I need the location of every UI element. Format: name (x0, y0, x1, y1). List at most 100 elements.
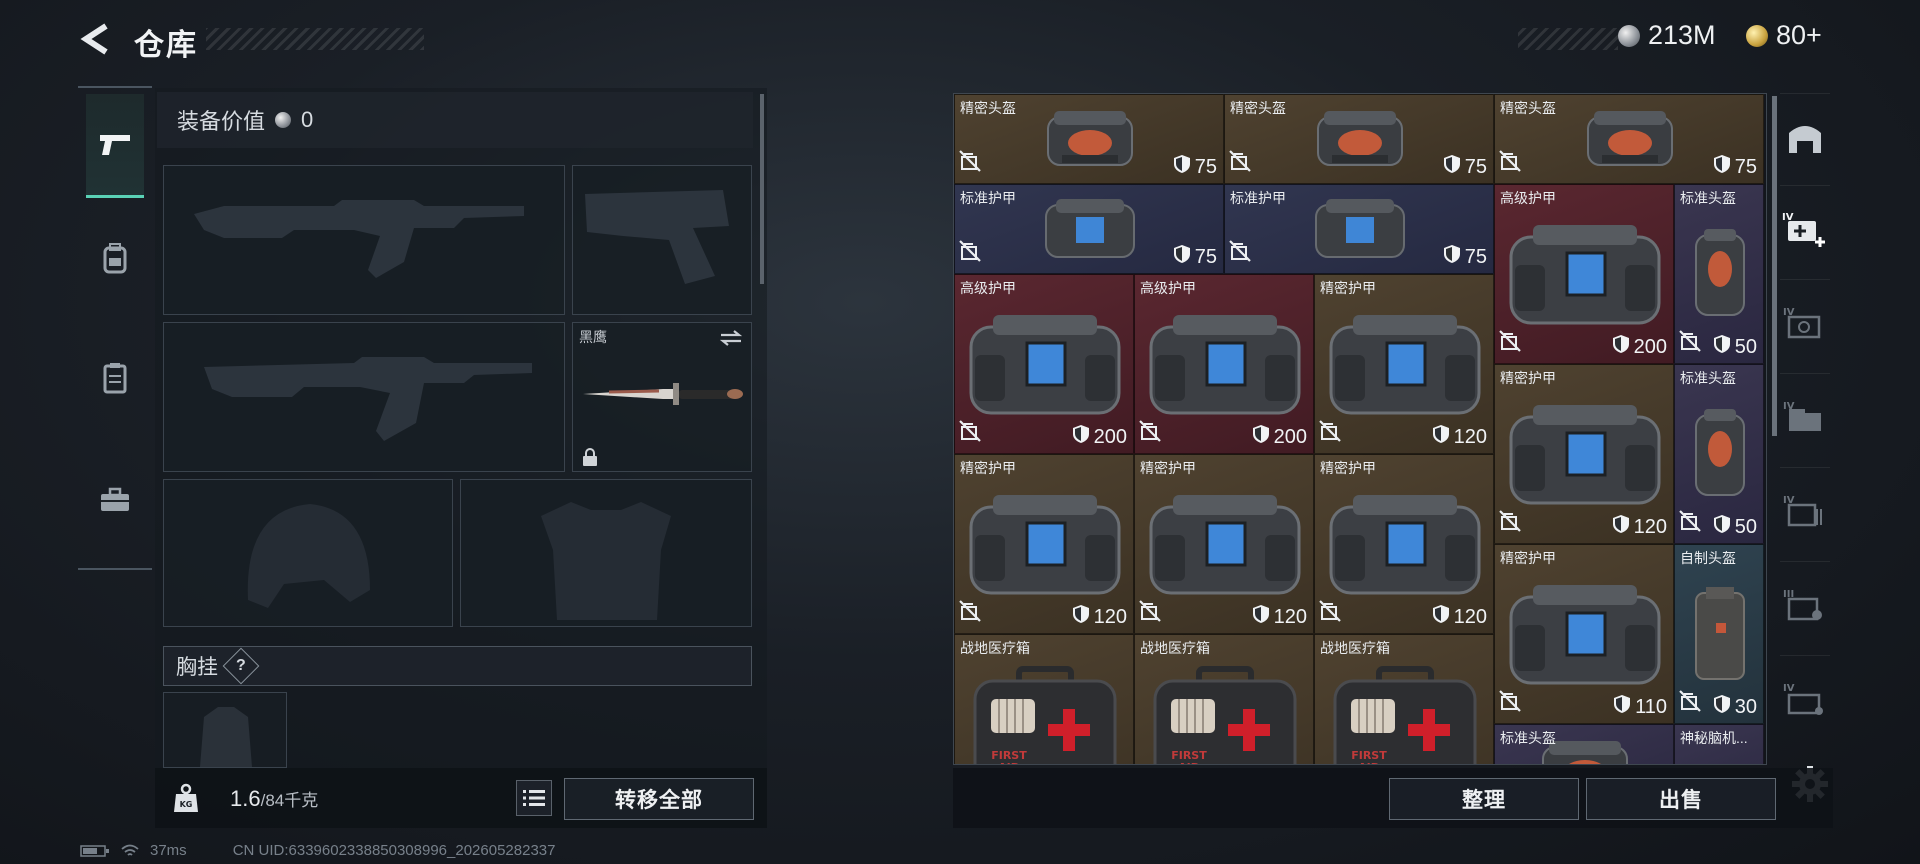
chest-rig-silhouette-icon (200, 707, 252, 767)
inventory-item[interactable]: 标准头盔 50 (1674, 184, 1764, 364)
organize-button[interactable]: 整理 (1389, 778, 1579, 820)
equipment-value-bar: 装备价值 0 (157, 92, 753, 148)
helmet-icon (1695, 587, 1745, 680)
durability-value: 75 (1464, 155, 1487, 178)
tab-case[interactable] (86, 448, 144, 552)
tab-weapons[interactable] (86, 94, 144, 198)
gold-coin-icon (1746, 24, 1768, 47)
inventory-scrollbar[interactable] (1772, 96, 1777, 436)
rail-item-container-4[interactable]: III (1780, 561, 1830, 647)
melee-slot[interactable]: 黑鹰 (572, 322, 752, 472)
rail-item-safe[interactable] (1780, 93, 1830, 179)
transfer-all-button[interactable]: 转移全部 (564, 778, 754, 820)
inventory-item[interactable]: 标准头盔 50 (1674, 364, 1764, 544)
inventory-item[interactable]: 精密头盔 75 (1224, 94, 1494, 184)
shield-icon (1432, 424, 1450, 450)
tab-vest[interactable] (86, 326, 144, 430)
inventory-item[interactable]: 高级护甲 200 (1494, 184, 1674, 364)
armor-icon (1315, 199, 1405, 258)
chest-rig-slot[interactable] (163, 692, 287, 768)
backpack-icon (103, 243, 127, 274)
unlocked-icon (1319, 420, 1341, 447)
inventory-item[interactable]: 精密护甲 120 (1314, 274, 1494, 454)
vest-icon (103, 363, 127, 394)
back-button[interactable] (78, 22, 112, 56)
inventory-item[interactable]: FIRSTAID 战地医疗箱 (1134, 634, 1314, 764)
durability-value: 50 (1734, 515, 1757, 538)
loadout-scrollbar[interactable] (760, 94, 764, 284)
wifi-icon (121, 844, 139, 856)
item-name: 自制头盔 (1680, 550, 1736, 566)
item-durability: 120 (1432, 604, 1487, 630)
sidearm-slot[interactable] (572, 165, 752, 315)
armor-slot[interactable] (460, 479, 752, 627)
inventory-item[interactable]: 精密护甲 120 (1494, 364, 1674, 544)
rail-item-container-3[interactable]: IV (1780, 467, 1830, 553)
armor-icon (1509, 405, 1661, 505)
rail-item-container-5[interactable]: IV (1780, 655, 1830, 741)
medkit-icon: FIRSTAID (973, 666, 1117, 764)
secondary-weapon-slot[interactable] (163, 322, 565, 472)
rail-item-container-1[interactable]: IV (1780, 279, 1830, 365)
inventory-item[interactable]: 标准护甲 75 (1224, 184, 1494, 274)
uid-readout: CN UID:6339602338850308996_202605282337 (232, 842, 556, 859)
primary-weapon-slot[interactable] (163, 165, 565, 315)
inventory-item[interactable]: 精密头盔 75 (954, 94, 1224, 184)
crate-tier-icon: IV (1783, 495, 1822, 526)
svg-text:KG: KG (180, 800, 193, 809)
durability-value: 75 (1194, 245, 1217, 268)
chest-rig-label: 胸挂 (176, 656, 218, 679)
rail-item-container-2[interactable]: IV (1780, 373, 1830, 459)
durability-value: 75 (1194, 155, 1217, 178)
crate-tier-icon: III (1783, 589, 1822, 620)
gold-currency[interactable]: 80+ (1746, 20, 1822, 51)
help-icon[interactable]: ? (222, 647, 260, 685)
page-title: 仓库 (134, 29, 198, 62)
shield-icon (1252, 424, 1270, 450)
list-icon (523, 790, 545, 806)
durability-value: 120 (1633, 515, 1667, 538)
helmet-slot[interactable] (163, 479, 453, 627)
inventory-item[interactable]: 高级护甲 200 (954, 274, 1134, 454)
rail-item-medkit-slot[interactable]: IV (1780, 185, 1830, 271)
inventory-item[interactable]: 高级护甲 200 (1134, 274, 1314, 454)
inventory-item[interactable]: 标准头盔 (1494, 724, 1674, 764)
shield-icon (1613, 694, 1631, 720)
inventory-item[interactable]: 精密护甲 120 (1134, 454, 1314, 634)
inventory-grid: 精密头盔 75 精密头盔 75 精密头盔 75 标准护甲 75 标准护甲 75 高级护甲 200 标准头… (953, 93, 1767, 765)
item-name: 高级护甲 (960, 280, 1016, 296)
inventory-item[interactable]: 神秘脑机... (1674, 724, 1764, 764)
unlocked-icon (1679, 510, 1701, 537)
inventory-item[interactable]: 精密护甲 120 (954, 454, 1134, 634)
durability-value: 75 (1734, 155, 1757, 178)
list-view-button[interactable] (516, 780, 552, 816)
chest-rig-header: 胸挂 ? (163, 646, 752, 686)
shield-icon (1713, 154, 1731, 180)
inventory-item[interactable]: FIRSTAID 战地医疗箱 (954, 634, 1134, 764)
armor-icon (1329, 495, 1481, 595)
armor-icon (1509, 225, 1661, 325)
item-durability: 75 (1173, 244, 1217, 270)
weight-readout: 1.6/84千克 (230, 786, 318, 812)
inventory-item[interactable]: 自制头盔 30 (1674, 544, 1764, 724)
durability-value: 120 (1453, 425, 1487, 448)
silver-coin-icon (275, 112, 292, 128)
item-durability: 200 (1612, 334, 1667, 360)
medkit-icon: FIRSTAID (1153, 666, 1297, 764)
item-name: 战地医疗箱 (1320, 640, 1390, 656)
shield-icon (1173, 244, 1191, 270)
status-bar: 37ms CN UID:6339602338850308996_20260528… (80, 842, 555, 859)
item-name: 精密头盔 (1230, 100, 1286, 116)
durability-value: 120 (1093, 605, 1127, 628)
item-name: 标准头盔 (1680, 190, 1736, 206)
inventory-item[interactable]: 标准护甲 75 (954, 184, 1224, 274)
helmet-silhouette-icon (247, 504, 370, 608)
inventory-item[interactable]: 精密护甲 120 (1314, 454, 1494, 634)
sell-button[interactable]: 出售 (1586, 778, 1776, 820)
inventory-item[interactable]: 精密头盔 75 (1494, 94, 1764, 184)
swap-icon[interactable] (719, 329, 743, 347)
tab-backpack[interactable] (86, 206, 144, 310)
inventory-item[interactable]: 精密护甲 110 (1494, 544, 1674, 724)
item-name: 标准头盔 (1680, 370, 1736, 386)
inventory-item[interactable]: FIRSTAID 战地医疗箱 (1314, 634, 1494, 764)
